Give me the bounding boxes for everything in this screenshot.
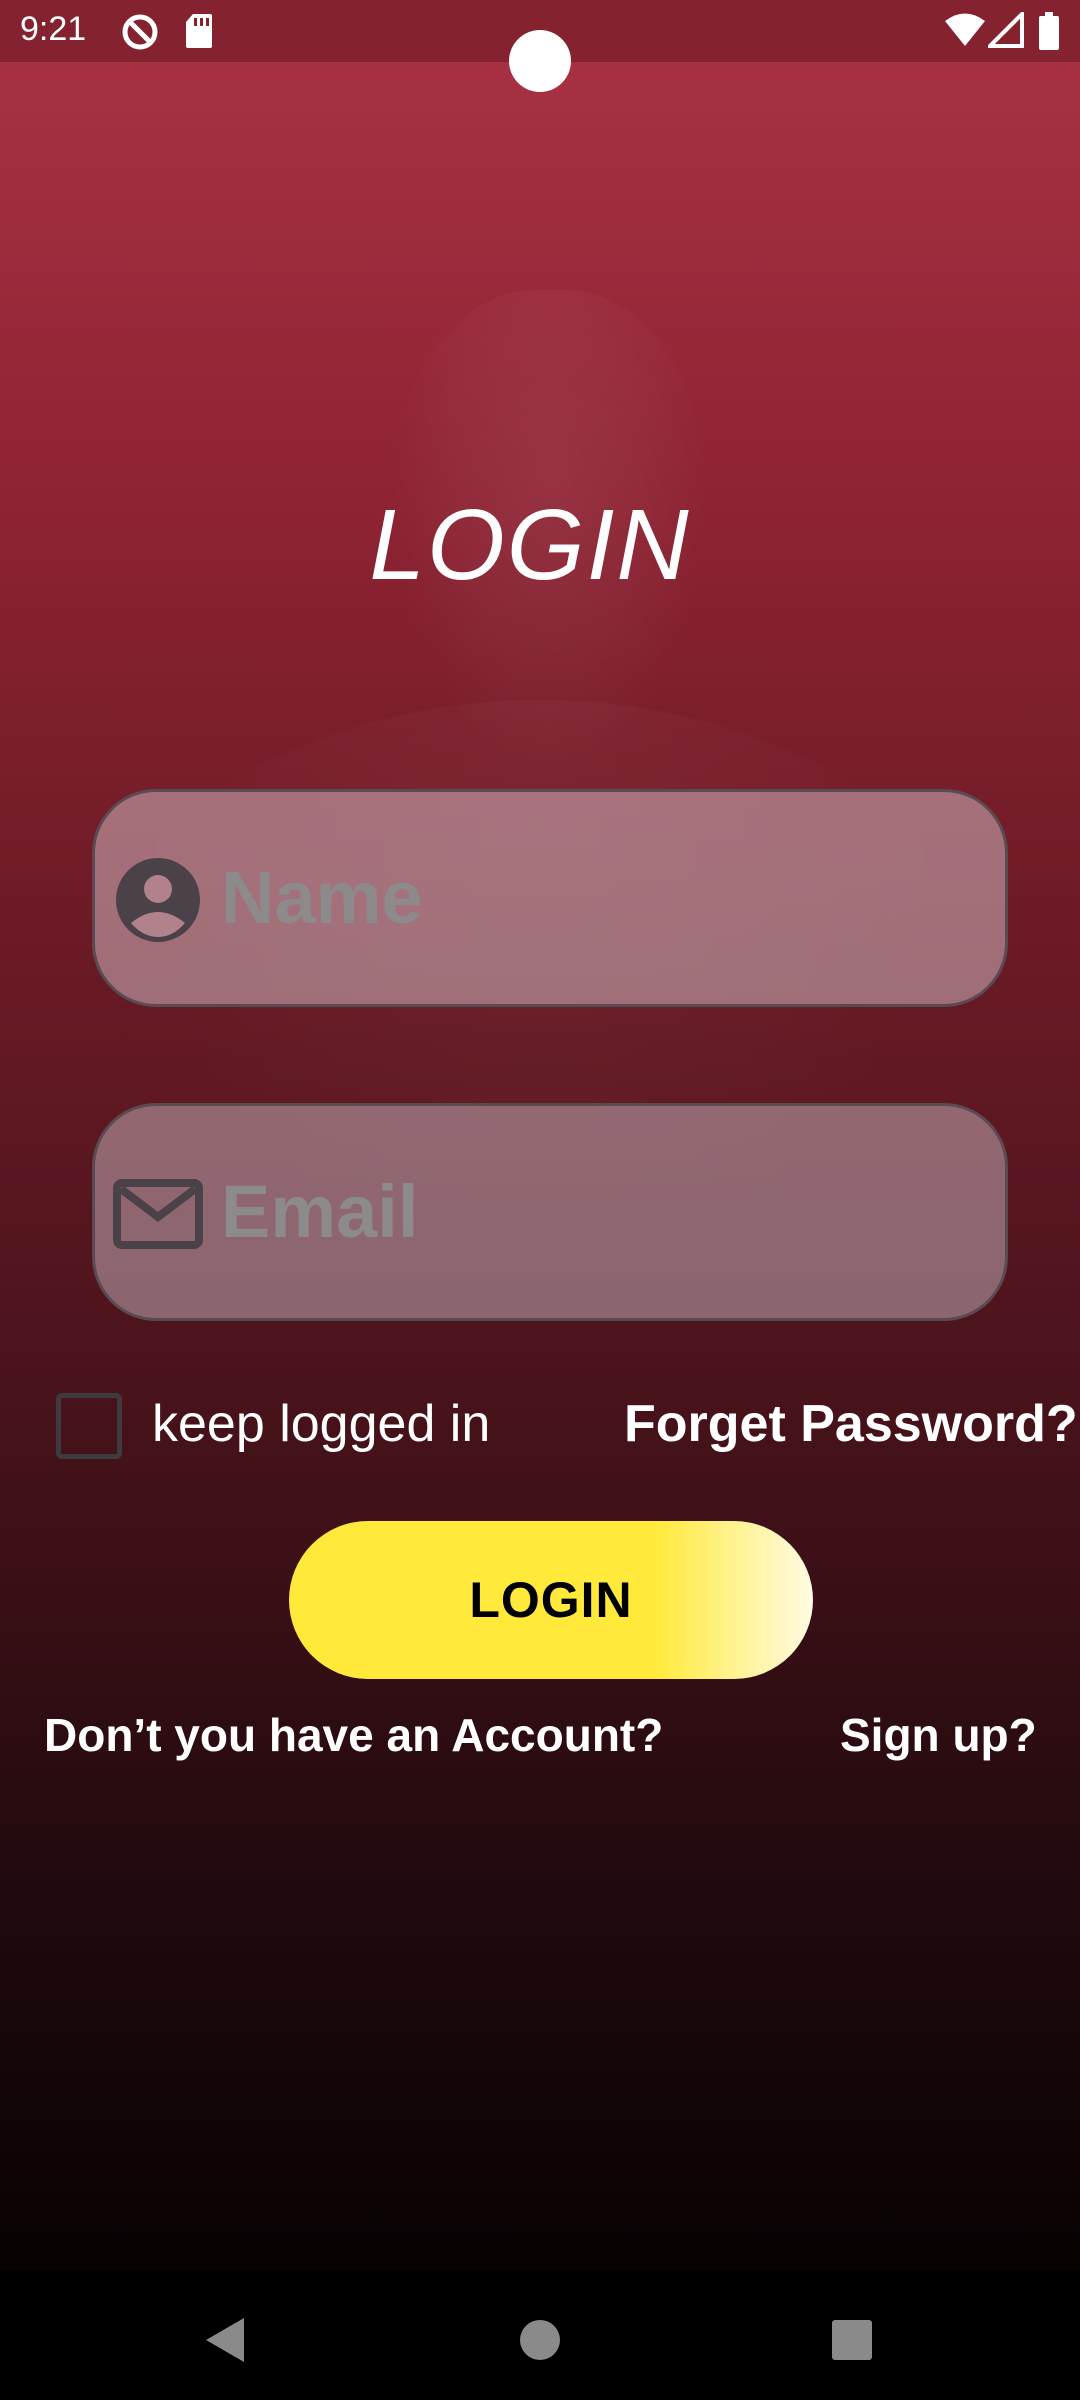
email-input[interactable] (221, 1146, 981, 1276)
mail-icon (113, 1169, 203, 1259)
sd-card-icon (184, 12, 214, 55)
page-title: LOGIN (369, 489, 691, 601)
keep-logged-in-checkbox[interactable] (56, 1393, 122, 1459)
navigation-bar (0, 2270, 1080, 2400)
name-input[interactable] (221, 832, 981, 962)
email-field[interactable] (92, 1103, 1008, 1321)
status-time: 9:21 (20, 10, 87, 48)
no-account-text: Don’t you have an Account? (44, 1709, 664, 1761)
do-not-disturb-icon (120, 12, 160, 57)
name-field[interactable] (92, 789, 1008, 1007)
keep-logged-in-label[interactable]: keep logged in (152, 1394, 490, 1454)
login-screen: 9:21 LOGIN Name Email keep logged in For… (0, 0, 1080, 2400)
cellular-signal-icon (985, 9, 1024, 53)
forget-password-link[interactable]: Forget Password? (624, 1394, 1078, 1454)
back-icon[interactable] (196, 2310, 256, 2370)
wifi-icon (944, 12, 986, 53)
camera-cutout (509, 30, 571, 92)
login-button[interactable]: LOGIN (289, 1521, 813, 1679)
home-icon[interactable] (510, 2310, 570, 2370)
signup-link[interactable]: Sign up? (840, 1708, 1037, 1762)
battery-icon (1038, 12, 1060, 55)
recents-icon[interactable] (822, 2310, 882, 2370)
person-icon (113, 855, 203, 945)
